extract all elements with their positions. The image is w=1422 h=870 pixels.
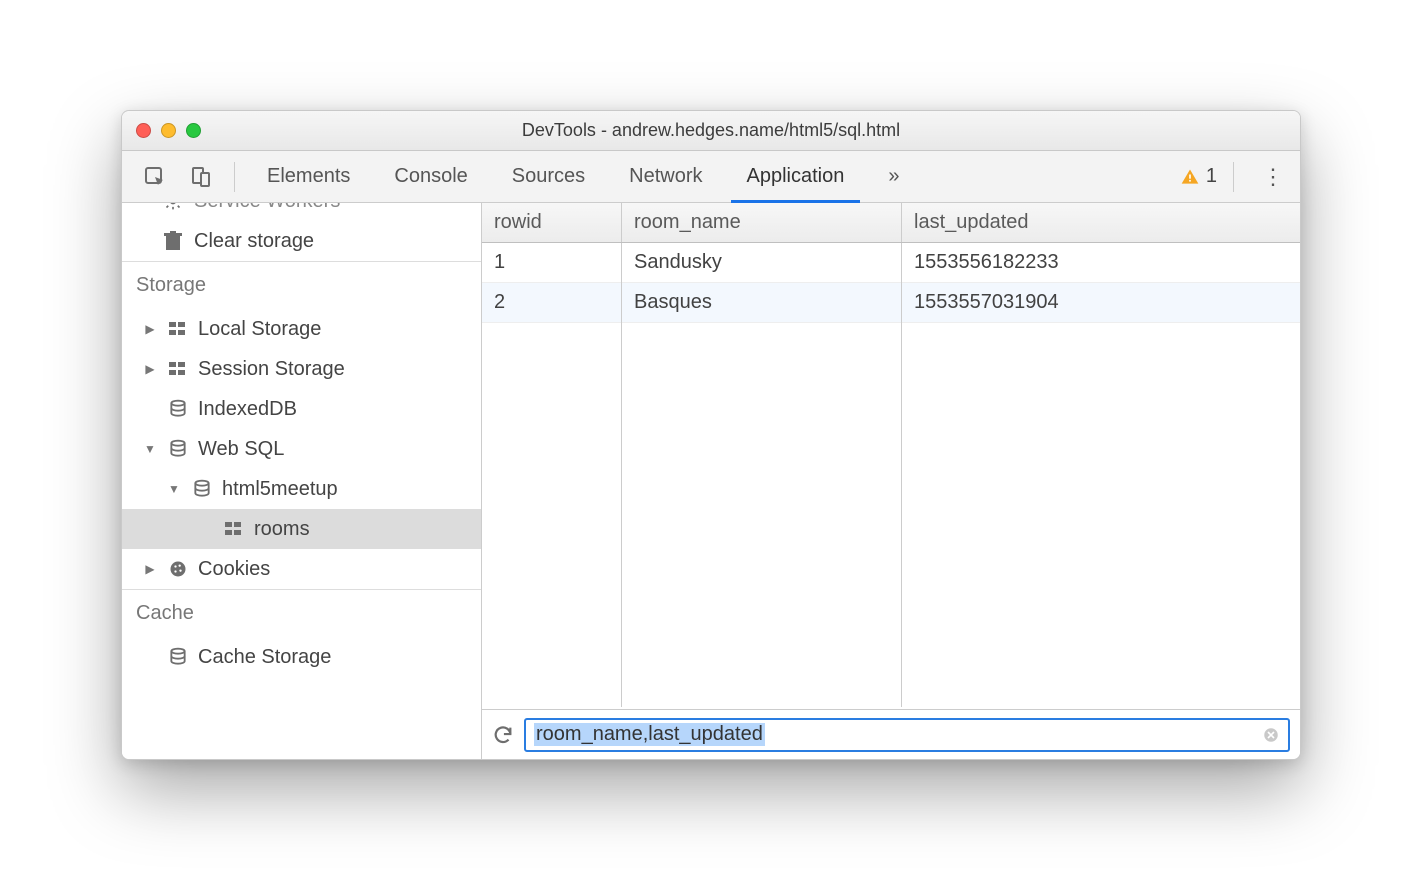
sidebar-section-storage: Storage [122, 261, 481, 309]
column-header-last-updated[interactable]: last_updated [902, 203, 1300, 242]
sidebar-item-web-sql[interactable]: ▼ Web SQL [122, 429, 481, 469]
zoom-window-button[interactable] [186, 123, 201, 138]
content-pane: rowid room_name last_updated 1 Sandusky … [482, 203, 1300, 759]
sidebar-item-label: IndexedDB [198, 398, 297, 421]
column-divider [901, 243, 902, 707]
cell-rowid: 2 [482, 283, 622, 322]
titlebar: DevTools - andrew.hedges.name/html5/sql.… [122, 111, 1300, 151]
warning-count-badge[interactable]: 1 [1180, 165, 1217, 188]
sidebar-item-websql-database[interactable]: ▼ html5meetup [122, 469, 481, 509]
sidebar-section-cache: Cache [122, 589, 481, 637]
toolbar-divider [1233, 162, 1234, 192]
cell-rowid: 1 [482, 243, 622, 282]
trash-icon [162, 231, 184, 251]
caret-down-icon: ▼ [166, 482, 182, 496]
table-row[interactable]: 1 Sandusky 1553556182233 [482, 243, 1300, 283]
sidebar-item-label: Cookies [198, 558, 270, 581]
cookie-icon [166, 559, 190, 579]
table-header: rowid room_name last_updated [482, 203, 1300, 243]
column-header-rowid[interactable]: rowid [482, 203, 622, 242]
toolbar-divider [234, 162, 235, 192]
cell-room-name: Basques [622, 283, 902, 322]
device-toggle-icon[interactable] [184, 160, 218, 194]
tab-console[interactable]: Console [378, 151, 483, 203]
cell-last-updated: 1553557031904 [902, 283, 1300, 322]
sidebar-item-label: Clear storage [194, 230, 314, 253]
sidebar-item-label: Web SQL [198, 438, 284, 461]
caret-right-icon: ▶ [142, 362, 158, 376]
column-divider [621, 243, 622, 707]
database-icon [166, 439, 190, 459]
tab-sources[interactable]: Sources [496, 151, 601, 203]
sidebar-item-cache-storage[interactable]: Cache Storage [122, 637, 481, 677]
cell-last-updated: 1553556182233 [902, 243, 1300, 282]
minimize-window-button[interactable] [161, 123, 176, 138]
tab-application[interactable]: Application [731, 151, 861, 203]
sidebar-item-local-storage[interactable]: ▶ Local Storage [122, 309, 481, 349]
clear-input-icon[interactable] [1262, 726, 1280, 744]
table-body: 1 Sandusky 1553556182233 2 Basques 15535… [482, 243, 1300, 707]
application-sidebar: Service Workers Clear storage Storage ▶ … [122, 203, 482, 759]
cell-room-name: Sandusky [622, 243, 902, 282]
warning-icon [1180, 167, 1200, 187]
caret-right-icon: ▶ [142, 322, 158, 336]
window-title: DevTools - andrew.hedges.name/html5/sql.… [122, 120, 1300, 141]
column-header-room-name[interactable]: room_name [622, 203, 902, 242]
close-window-button[interactable] [136, 123, 151, 138]
sidebar-item-session-storage[interactable]: ▶ Session Storage [122, 349, 481, 389]
caret-down-icon: ▼ [142, 442, 158, 456]
sidebar-item-label: Local Storage [198, 318, 321, 341]
gear-icon [162, 203, 184, 211]
sidebar-item-cookies[interactable]: ▶ Cookies [122, 549, 481, 589]
devtools-window: DevTools - andrew.hedges.name/html5/sql.… [121, 110, 1301, 760]
sidebar-item-websql-table-rooms[interactable]: rooms [122, 509, 481, 549]
storage-grid-icon [166, 322, 190, 336]
inspect-element-icon[interactable] [138, 160, 172, 194]
traffic-lights [136, 123, 201, 138]
sidebar-item-clear-storage[interactable]: Clear storage [122, 221, 481, 261]
storage-grid-icon [222, 522, 246, 536]
database-icon [166, 399, 190, 419]
main-body: Service Workers Clear storage Storage ▶ … [122, 203, 1300, 759]
sidebar-item-label: Session Storage [198, 358, 345, 381]
database-icon [166, 647, 190, 667]
warning-count: 1 [1206, 165, 1217, 188]
storage-grid-icon [166, 362, 190, 376]
table-row[interactable]: 2 Basques 1553557031904 [482, 283, 1300, 323]
sidebar-item-service-workers[interactable]: Service Workers [122, 203, 481, 221]
sidebar-item-label: rooms [254, 518, 310, 541]
tab-elements[interactable]: Elements [251, 151, 366, 203]
sidebar-item-label: Service Workers [194, 203, 340, 213]
caret-right-icon: ▶ [142, 562, 158, 576]
data-table: rowid room_name last_updated 1 Sandusky … [482, 203, 1300, 709]
database-icon [190, 479, 214, 499]
query-input-value: room_name,last_updated [534, 723, 765, 746]
query-bar: room_name,last_updated [482, 709, 1300, 759]
tab-network[interactable]: Network [613, 151, 718, 203]
sidebar-item-label: html5meetup [222, 478, 338, 501]
refresh-icon[interactable] [492, 724, 514, 746]
more-tabs-button[interactable]: » [872, 151, 915, 203]
sidebar-item-indexeddb[interactable]: IndexedDB [122, 389, 481, 429]
devtools-toolbar: Elements Console Sources Network Applica… [122, 151, 1300, 203]
query-input[interactable]: room_name,last_updated [524, 718, 1290, 752]
kebab-menu-icon[interactable]: ⋮ [1262, 164, 1284, 190]
sidebar-item-label: Cache Storage [198, 646, 331, 669]
